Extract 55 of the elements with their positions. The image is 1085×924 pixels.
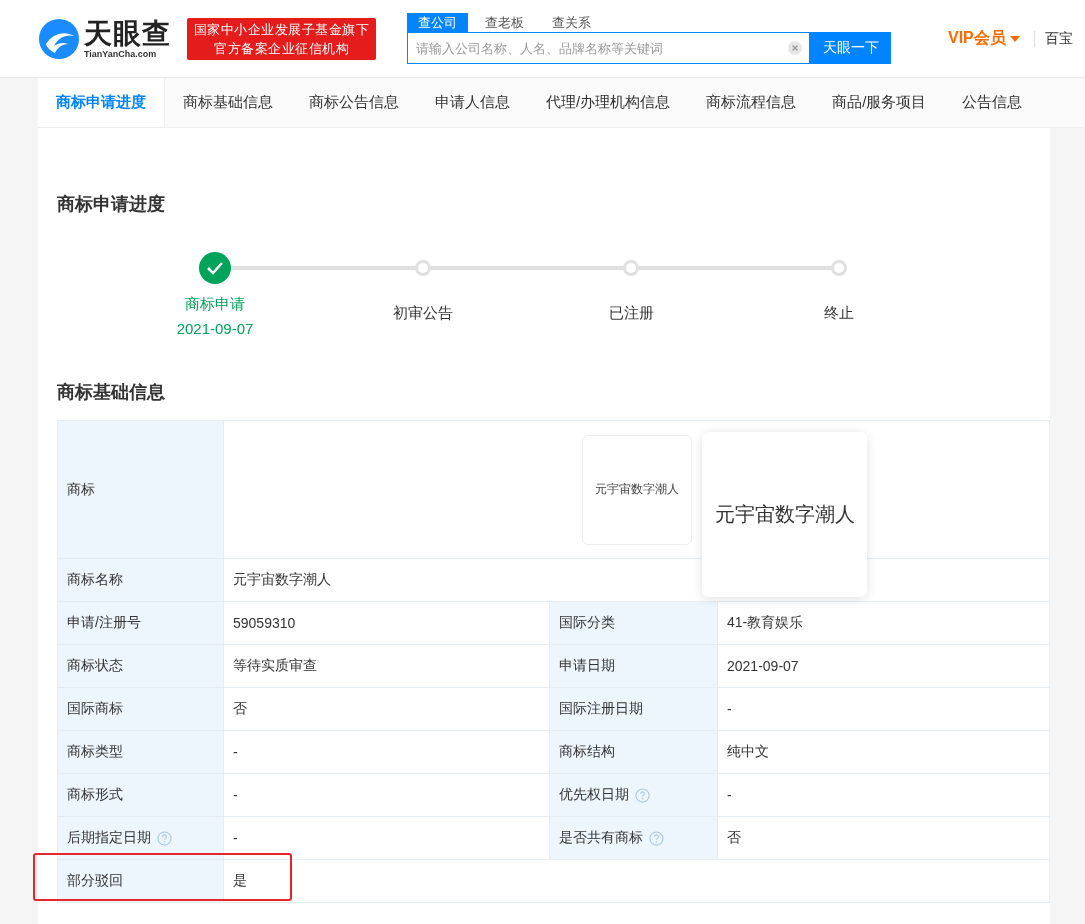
trademark-image[interactable]: 元宇宙数字潮人 <box>581 434 692 545</box>
section-tab[interactable]: 商品/服务项目 <box>814 78 945 127</box>
step-label: 终止 <box>824 304 854 323</box>
label-text: 商标形式 <box>67 786 123 804</box>
search-tab[interactable]: 查公司 <box>407 13 468 32</box>
table-value: - <box>726 786 733 805</box>
help-icon[interactable] <box>649 830 664 846</box>
section-tab[interactable]: 商标申请进度 <box>38 78 165 127</box>
logo-name: 天眼查 <box>84 18 171 49</box>
label-text: 部分驳回 <box>67 872 123 890</box>
label-text: 申请日期 <box>559 657 615 675</box>
search-tab[interactable]: 查老板 <box>474 13 535 32</box>
table-value: 是 <box>232 871 248 890</box>
table-value: - <box>726 700 733 719</box>
section-tab[interactable]: 代理/办理机构信息 <box>528 78 689 127</box>
table-value: 否 <box>726 828 742 847</box>
search-tab[interactable]: 查关系 <box>541 13 602 32</box>
label-text: 国际商标 <box>67 700 123 718</box>
table-value: 元宇宙数字潮人 <box>232 570 332 589</box>
table-label: 商标 <box>58 421 224 558</box>
step-label: 已注册 <box>608 304 654 323</box>
caret-icon <box>1009 35 1020 42</box>
table-value: 纯中文 <box>726 742 770 761</box>
section-tab[interactable]: 公告信息 <box>944 78 1041 127</box>
label-text: 国际注册日期 <box>559 700 643 718</box>
label-text: 是否共有商标 <box>559 829 643 847</box>
help-icon[interactable] <box>157 830 172 846</box>
label-text: 优先权日期 <box>559 786 629 804</box>
step-label: 初审公告 <box>393 304 453 323</box>
section-tab[interactable]: 商标流程信息 <box>688 78 815 127</box>
label-text: 申请/注册号 <box>67 614 141 632</box>
label-text: 商标状态 <box>67 657 123 675</box>
section-tab[interactable]: 商标基础信息 <box>165 78 291 127</box>
help-icon[interactable] <box>635 787 650 803</box>
section-tab[interactable]: 商标公告信息 <box>291 78 417 127</box>
section-title: 商标申请进度 <box>57 193 166 216</box>
nav-link[interactable]: 百宝 <box>1044 29 1073 48</box>
search-button[interactable]: 天眼一下 <box>810 32 891 64</box>
table-value: 2021-09-07 <box>726 657 800 676</box>
clear-icon[interactable] <box>788 41 802 55</box>
step-date: 2021-09-07 <box>176 320 254 337</box>
label-text: 国际分类 <box>559 614 615 632</box>
label-text: 后期指定日期 <box>67 829 151 847</box>
section-tab[interactable]: 申请人信息 <box>417 78 528 127</box>
section-title: 商标基础信息 <box>57 381 166 404</box>
table-value: 41-教育娱乐 <box>726 613 805 632</box>
label-text: 商标结构 <box>559 743 615 761</box>
label-text: 商标名称 <box>67 571 123 589</box>
slogan-badge: 国家中小企业发展子基金旗下 官方备案企业征信机构 <box>187 17 376 60</box>
trademark-preview: 元宇宙数字潮人 <box>702 432 867 597</box>
step-label: 商标申请 <box>185 295 245 314</box>
logo-icon <box>38 17 80 60</box>
search-field[interactable]: 请输入公司名称、人名、品牌名称等关键词 <box>407 32 810 64</box>
logo-domain: TianYanCha.com <box>84 48 158 59</box>
label-text: 商标类型 <box>67 743 123 761</box>
